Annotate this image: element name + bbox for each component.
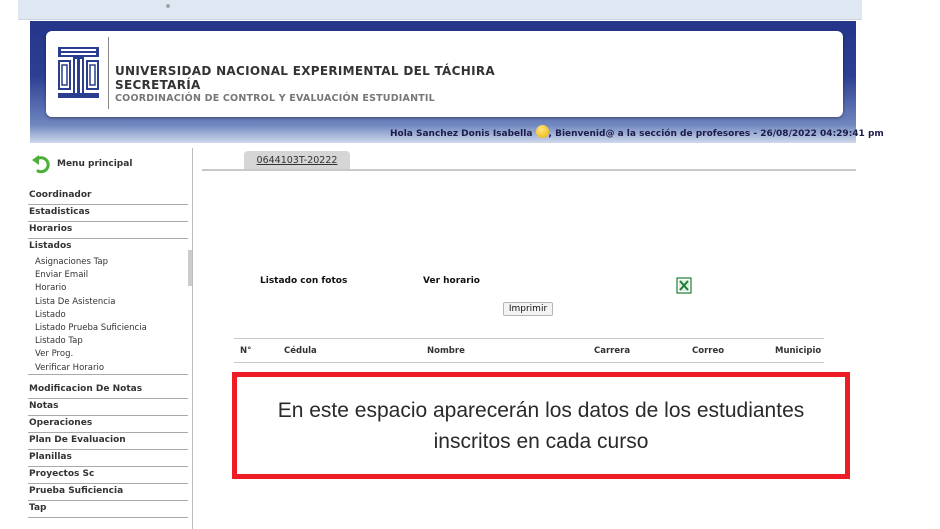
sidebar-item-estadisticas[interactable]: Estadisticas xyxy=(28,205,188,222)
ver-horario-link[interactable]: Ver horario xyxy=(423,276,480,286)
table-header-bottom-border xyxy=(234,362,824,363)
logo-separator xyxy=(108,37,109,109)
sidebar-sub-asignaciones-tap[interactable]: Asignaciones Tap xyxy=(28,256,188,269)
annotation-box: En este espacio aparecerán los datos de … xyxy=(232,372,850,479)
print-button[interactable]: Imprimir xyxy=(503,302,553,316)
welcome-message: Hola Sanchez Donis Isabella , Bienvenid@… xyxy=(390,125,884,139)
sidebar-item-coordinador[interactable]: Coordinador xyxy=(28,188,188,205)
sidebar-item-tap[interactable]: Tap xyxy=(28,501,188,518)
col-header-correo: Correo xyxy=(692,346,725,356)
sidebar-sub-listado-tap[interactable]: Listado Tap xyxy=(28,335,188,348)
smiley-icon xyxy=(535,125,549,138)
sidebar-item-modificacion-notas[interactable]: Modificacion De Notas xyxy=(28,382,188,399)
annotation-text: En este espacio aparecerán los datos de … xyxy=(277,398,805,453)
back-arrow-icon xyxy=(32,155,50,174)
tab-underline xyxy=(202,169,856,171)
org-title: UNIVERSIDAD NACIONAL EXPERIMENTAL DEL TÁ… xyxy=(115,64,495,78)
sidebar-item-planillas[interactable]: Planillas xyxy=(28,450,188,467)
sidebar-item-prueba-suficiencia[interactable]: Prueba Suficiencia xyxy=(28,484,188,501)
browser-top-strip xyxy=(18,0,862,20)
sidebar-item-plan-evaluacion[interactable]: Plan De Evaluacion xyxy=(28,433,188,450)
sidebar: Menu principal Coordinador Estadisticas … xyxy=(28,148,193,529)
welcome-text: , Bienvenid@ a la sección de profesores … xyxy=(548,129,884,139)
menu-principal-link[interactable]: Menu principal xyxy=(31,154,132,174)
sidebar-item-proyectos-sc[interactable]: Proyectos Sc xyxy=(28,467,188,484)
sidebar-scrollbar[interactable] xyxy=(188,250,192,286)
sidebar-sub-horario[interactable]: Horario xyxy=(28,282,188,295)
col-header-carrera: Carrera xyxy=(594,346,631,356)
col-header-nombre: Nombre xyxy=(427,346,465,356)
col-header-cedula: Cédula xyxy=(284,346,317,356)
listados-submenu: Asignaciones Tap Enviar Email Horario Li… xyxy=(28,256,188,375)
listado-con-fotos-link[interactable]: Listado con fotos xyxy=(260,276,347,286)
sidebar-item-operaciones[interactable]: Operaciones xyxy=(28,416,188,433)
menu-main-sections: Coordinador Estadisticas Horarios Listad… xyxy=(28,188,188,256)
sidebar-item-notas[interactable]: Notas xyxy=(28,399,188,416)
col-header-municipio: Municipio xyxy=(775,346,822,356)
sidebar-sub-listado-prueba-suficiencia[interactable]: Listado Prueba Suficiencia xyxy=(28,322,188,335)
sidebar-sub-listado[interactable]: Listado xyxy=(28,309,188,322)
sidebar-sub-lista-asistencia[interactable]: Lista De Asistencia xyxy=(28,296,188,309)
sidebar-sub-verificar-horario[interactable]: Verificar Horario xyxy=(28,362,188,375)
strip-dot xyxy=(166,4,170,8)
excel-export-icon[interactable] xyxy=(676,277,692,294)
org-secretaria: SECRETARÍA xyxy=(115,78,201,92)
menu-more-sections: Modificacion De Notas Notas Operaciones … xyxy=(28,382,188,518)
sidebar-item-listados[interactable]: Listados xyxy=(28,239,188,256)
tab-course-0644103T[interactable]: 0644103T-20222 xyxy=(244,151,350,170)
header-banner: UNIVERSIDAD NACIONAL EXPERIMENTAL DEL TÁ… xyxy=(30,21,884,143)
sidebar-item-horarios[interactable]: Horarios xyxy=(28,222,188,239)
table-top-border xyxy=(234,338,824,339)
sidebar-sub-enviar-email[interactable]: Enviar Email xyxy=(28,269,188,282)
university-logo-icon xyxy=(56,45,101,101)
greeting-text: Hola Sanchez Donis Isabella xyxy=(390,129,533,139)
col-header-numero: N° xyxy=(240,346,252,356)
menu-principal-label: Menu principal xyxy=(57,159,133,169)
org-coordinacion: COORDINACIÓN DE CONTROL Y EVALUACIÓN EST… xyxy=(115,93,435,104)
sidebar-sub-ver-prog[interactable]: Ver Prog. xyxy=(28,348,188,361)
header-card: UNIVERSIDAD NACIONAL EXPERIMENTAL DEL TÁ… xyxy=(46,31,843,117)
